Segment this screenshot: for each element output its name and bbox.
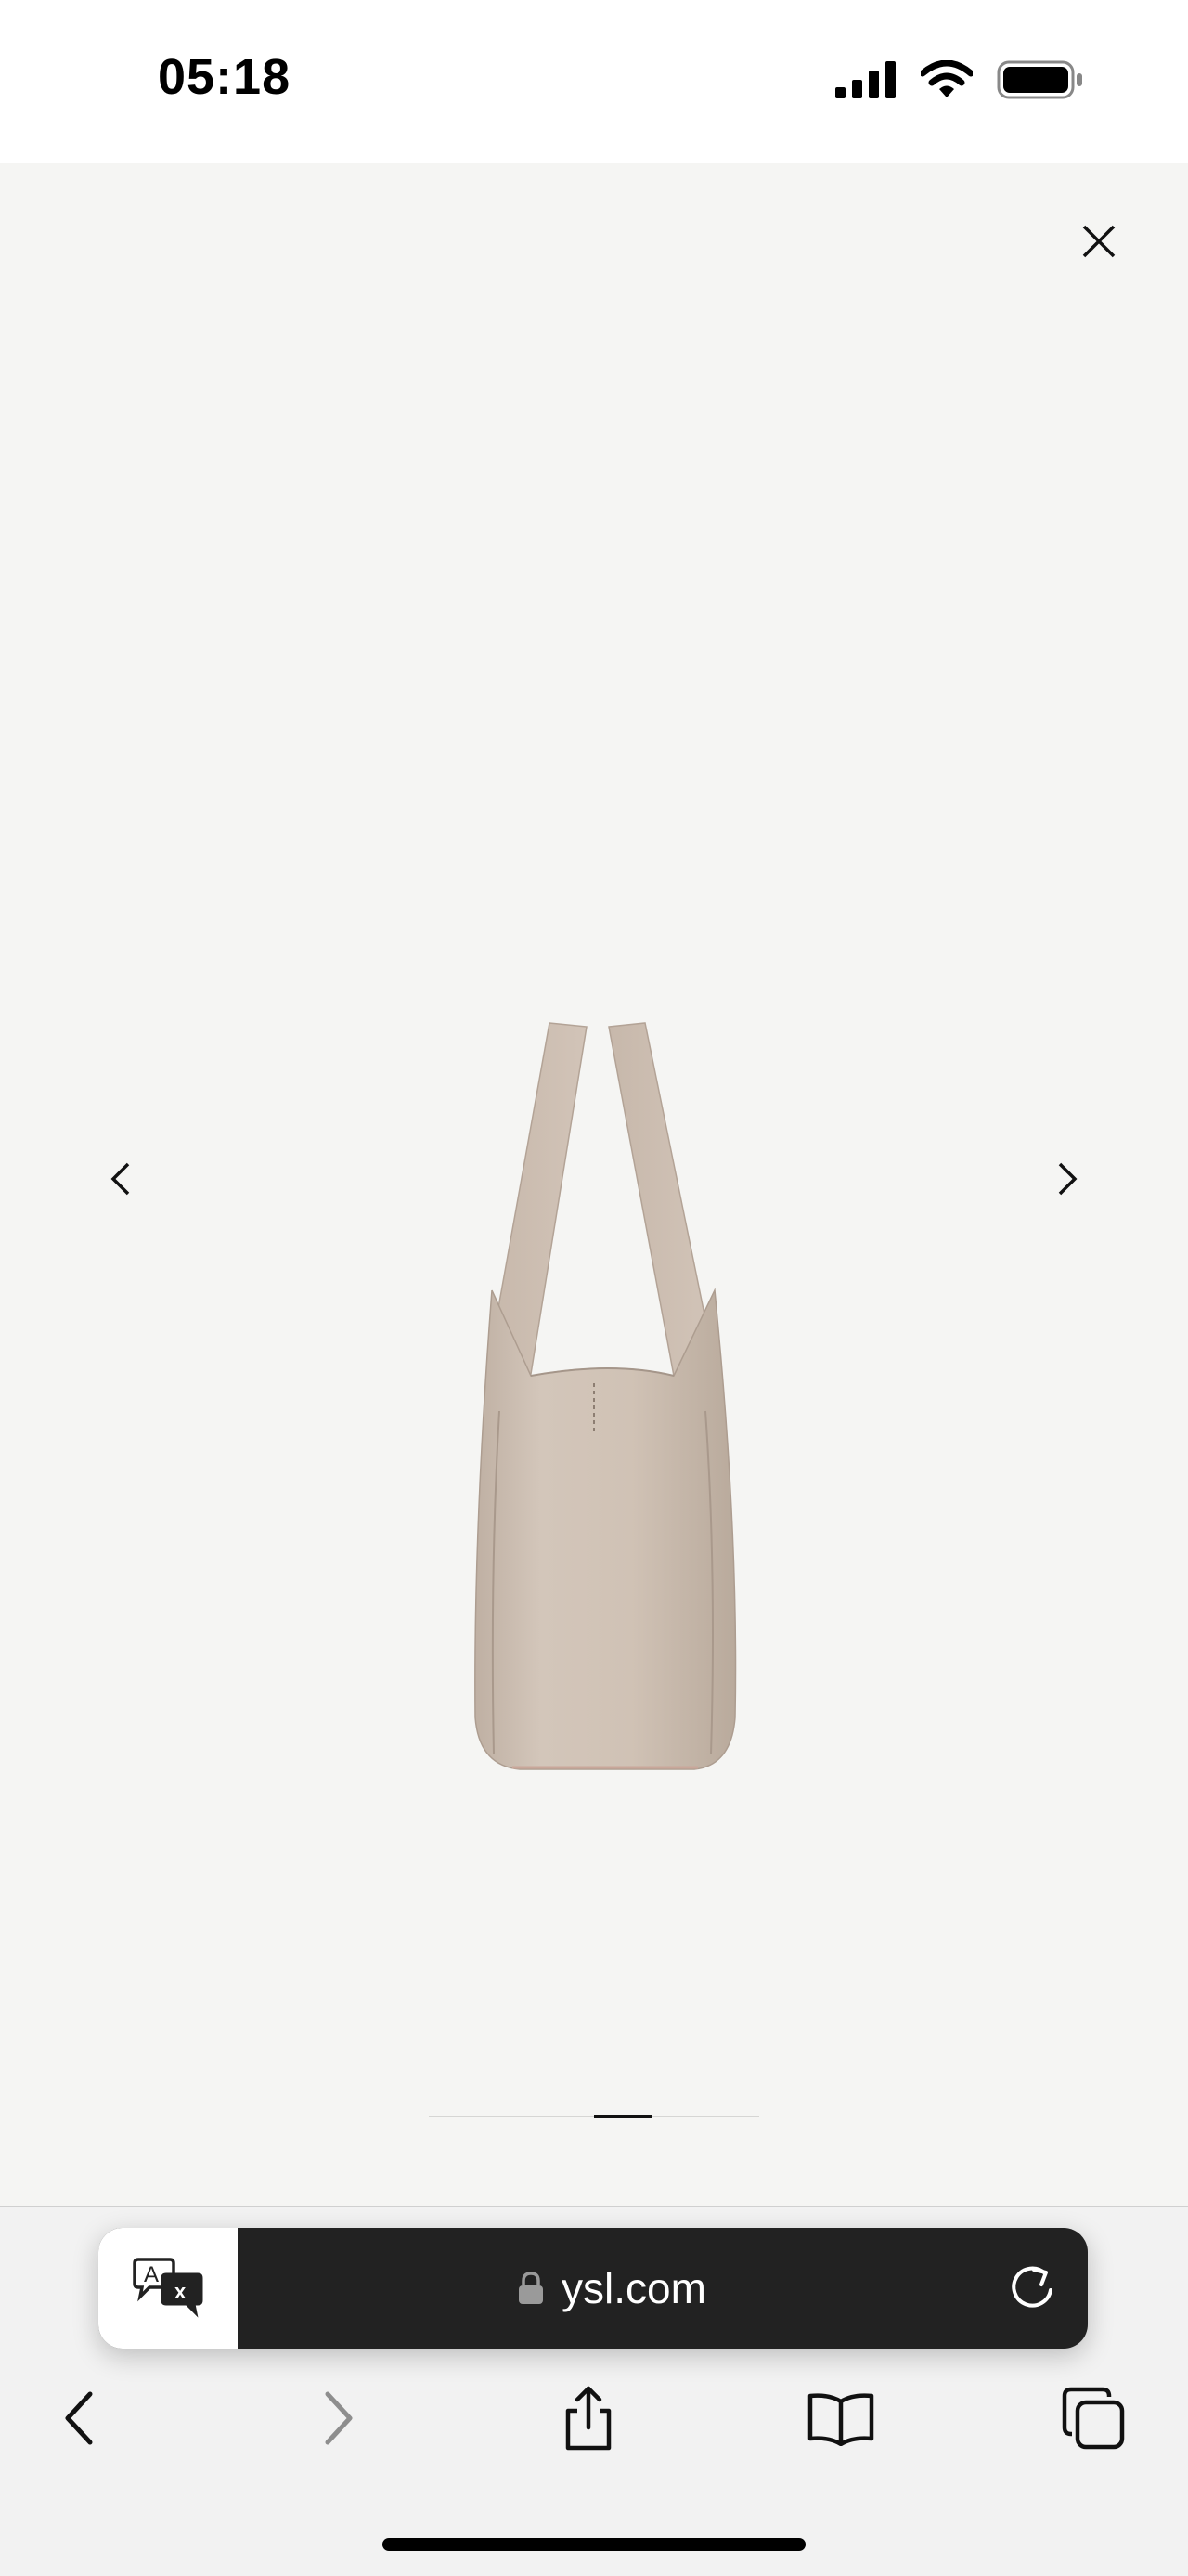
wifi-icon xyxy=(921,60,973,97)
share-button[interactable] xyxy=(551,2386,626,2451)
next-image-button[interactable] xyxy=(1040,1151,1095,1207)
cellular-signal-icon xyxy=(835,61,896,98)
lock-icon xyxy=(519,2272,544,2304)
translate-button[interactable]: A x xyxy=(98,2228,238,2349)
back-icon xyxy=(65,2391,93,2445)
chevron-left-icon xyxy=(110,1162,130,1196)
svg-text:A: A xyxy=(144,2262,159,2287)
tabs-icon xyxy=(1062,2387,1125,2450)
forward-button[interactable] xyxy=(301,2386,375,2451)
tote-bag-illustration xyxy=(474,1022,737,1770)
reload-button[interactable] xyxy=(1002,2259,1062,2318)
bookmarks-button[interactable] xyxy=(804,2386,878,2451)
svg-text:x: x xyxy=(174,2280,187,2303)
url-display[interactable]: ysl.com xyxy=(238,2228,986,2349)
tabs-button[interactable] xyxy=(1056,2386,1130,2451)
status-bar: 05:18 xyxy=(0,0,1188,163)
previous-image-button[interactable] xyxy=(93,1151,148,1207)
forward-icon xyxy=(325,2391,353,2445)
url-text: ysl.com xyxy=(562,2264,706,2312)
share-icon xyxy=(565,2386,612,2451)
status-icons xyxy=(835,59,1084,100)
image-pager-indicator xyxy=(429,2115,759,2118)
browser-toolbar xyxy=(0,2386,1188,2451)
pager-current-indicator xyxy=(594,2115,652,2118)
reload-icon xyxy=(1012,2266,1052,2308)
product-image xyxy=(455,1012,752,1773)
back-button[interactable] xyxy=(43,2386,117,2451)
close-icon xyxy=(1082,225,1116,258)
home-indicator xyxy=(382,2538,806,2551)
status-time: 05:18 xyxy=(158,49,291,105)
close-button[interactable] xyxy=(1073,215,1125,267)
bookmarks-icon xyxy=(807,2393,874,2446)
address-bar[interactable]: A x ysl.com xyxy=(98,2228,1088,2349)
chevron-right-icon xyxy=(1058,1162,1078,1196)
battery-icon xyxy=(997,60,1082,99)
translate-icon: A x xyxy=(133,2258,203,2318)
